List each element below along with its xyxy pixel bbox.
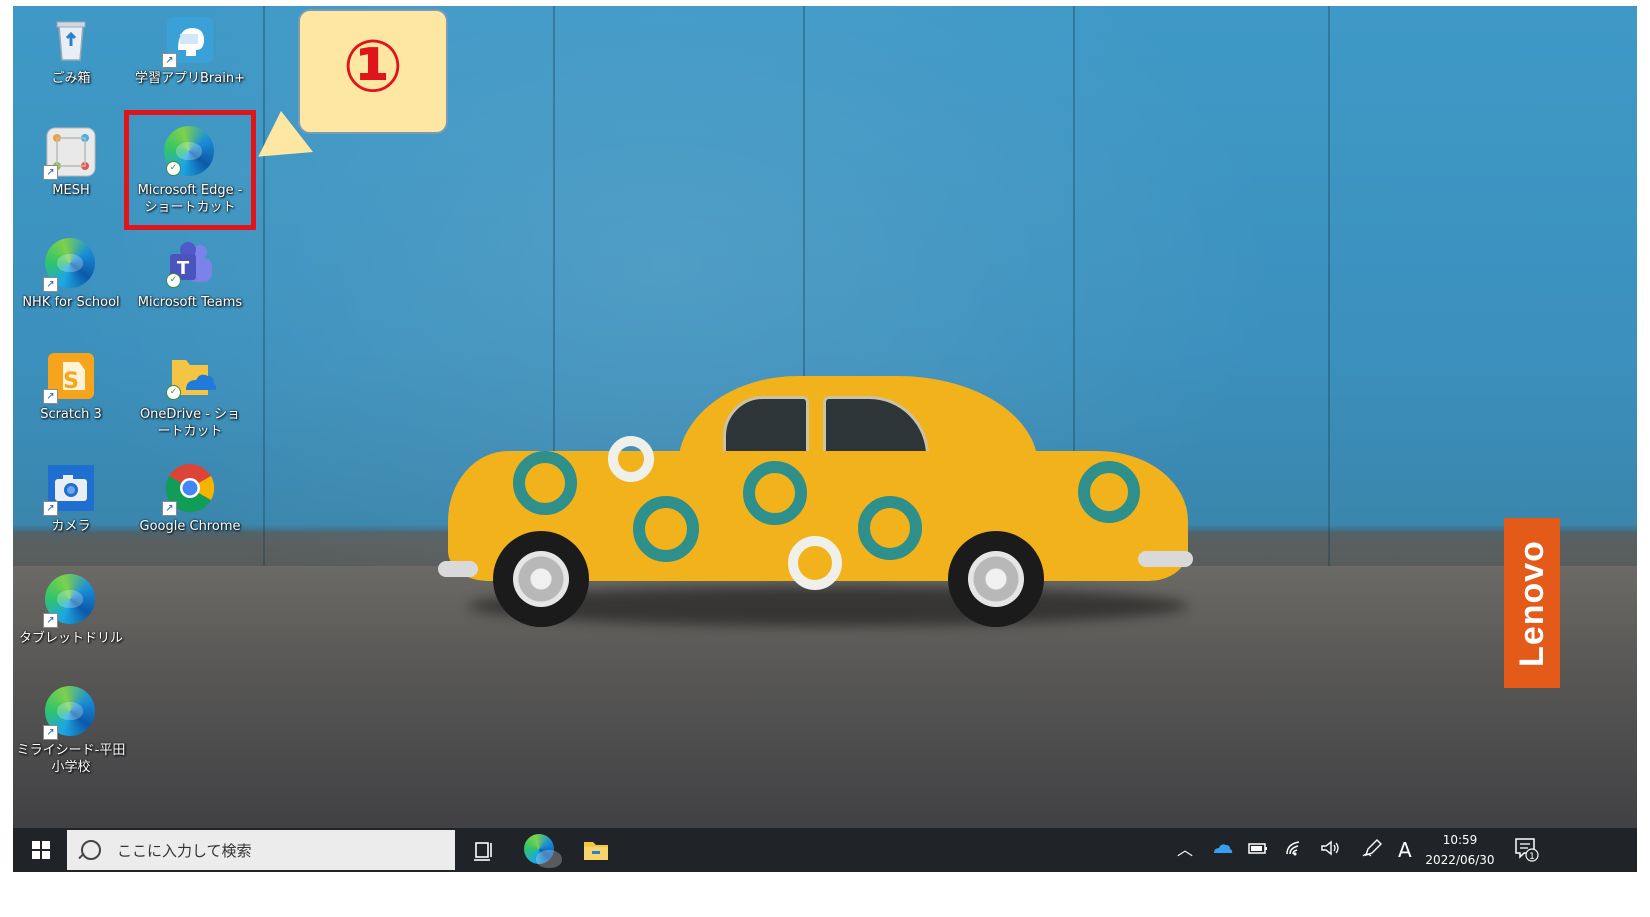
notification-count: 1 [1529, 852, 1535, 862]
brain-plus-app-icon[interactable]: ↗ 学習アプリBrain+ [135, 14, 245, 87]
search-input[interactable]: ここに入力して検索 [67, 830, 455, 870]
highlight-box [124, 110, 256, 230]
camera-app-icon[interactable]: ↗ カメラ [16, 462, 126, 535]
shortcut-arrow-icon: ↗ [162, 53, 177, 68]
icon-label: 学習アプリBrain+ [135, 71, 245, 86]
scratch-3-icon[interactable]: S ↗ Scratch 3 [16, 350, 126, 423]
edge-logo-icon: ↗ [43, 574, 97, 628]
shortcut-arrow-icon: ↗ [43, 725, 58, 740]
icon-label: Google Chrome [139, 519, 241, 534]
action-center-notification-icon[interactable]: 1 [1513, 836, 1539, 862]
mesh-app-icon[interactable]: ↗ MESH [16, 126, 126, 199]
miraiseed-icon[interactable]: ↗ ミライシード-平田小学校 [16, 686, 126, 776]
icon-label: MESH [52, 183, 90, 198]
brain-plus-glyph: ↗ [162, 14, 216, 68]
start-button[interactable] [19, 828, 63, 872]
onedrive-folder-glyph: ✓ [164, 350, 217, 402]
yellow-car-image [438, 366, 1198, 646]
desktop-screen: Lenovo ごみ箱 ↗ MESH ↗ NHK for School S ↗ S… [13, 6, 1637, 910]
icon-label: ミライシード-平田小学校 [16, 743, 126, 775]
clock-date: 2022/06/30 [1425, 853, 1495, 867]
chrome-logo-icon: ↗ [162, 462, 216, 516]
icon-label: タブレットドリル [18, 631, 123, 646]
recycle-bin-glyph [45, 14, 97, 66]
task-view-icon[interactable] [468, 834, 500, 866]
edge-logo-icon: ↗ [43, 686, 97, 740]
wifi-tray-icon[interactable] [1283, 838, 1305, 865]
mesh-glyph: ↗ [43, 126, 97, 180]
svg-text:S: S [63, 369, 79, 394]
onedrive-shortcut-icon[interactable]: ✓ OneDrive - ショートカット [135, 350, 245, 440]
scratch-glyph: S ↗ [43, 350, 97, 404]
taskbar: ここに入力して検索 ︿ A 10:59 2022/06/30 1 [13, 828, 1637, 872]
volume-tray-icon[interactable] [1319, 838, 1341, 865]
onedrive-tray-icon[interactable] [1211, 838, 1233, 865]
clock[interactable]: 10:59 2022/06/30 [1415, 830, 1505, 870]
lenovo-logo: Lenovo [1504, 518, 1560, 688]
icon-label: ごみ箱 [51, 71, 91, 86]
shortcut-arrow-icon: ↗ [43, 389, 58, 404]
callout-step-number: ① [342, 24, 404, 108]
nhk-for-school-icon[interactable]: ↗ NHK for School [16, 238, 126, 311]
shortcut-arrow-icon: ↗ [43, 165, 58, 180]
sync-check-icon: ✓ [166, 385, 181, 400]
shortcut-arrow-icon: ↗ [43, 277, 58, 292]
edge-logo-icon: ↗ [43, 238, 97, 292]
icon-label: カメラ [51, 519, 91, 534]
pen-workspace-tray-icon[interactable] [1361, 838, 1383, 865]
recycle-bin-icon[interactable]: ごみ箱 [16, 14, 126, 87]
shortcut-arrow-icon: ↗ [43, 613, 58, 628]
google-chrome-icon[interactable]: ↗ Google Chrome [135, 462, 245, 535]
tablet-drill-icon[interactable]: ↗ タブレットドリル [16, 574, 126, 647]
microsoft-teams-icon[interactable]: T ✓ Microsoft Teams [135, 238, 245, 311]
show-hidden-icons-chevron-icon[interactable]: ︿ [1177, 838, 1193, 862]
shortcut-arrow-icon: ↗ [162, 501, 177, 516]
icon-label: OneDrive - ショートカット [139, 407, 241, 439]
battery-tray-icon[interactable] [1247, 838, 1269, 865]
icon-label: NHK for School [22, 295, 120, 310]
sync-check-icon: ✓ [166, 273, 181, 288]
file-explorer-icon[interactable] [580, 834, 612, 866]
ime-mode-indicator[interactable]: A [1398, 838, 1412, 862]
shortcut-arrow-icon: ↗ [43, 501, 58, 516]
edge-taskbar-icon[interactable] [524, 834, 562, 868]
icon-label: Scratch 3 [40, 407, 102, 422]
camera-glyph: ↗ [43, 462, 97, 516]
search-placeholder: ここに入力して検索 [117, 841, 252, 860]
clock-time: 10:59 [1442, 833, 1478, 847]
teams-glyph: T ✓ [164, 238, 216, 290]
search-icon [81, 840, 101, 860]
icon-label: Microsoft Teams [137, 295, 243, 310]
